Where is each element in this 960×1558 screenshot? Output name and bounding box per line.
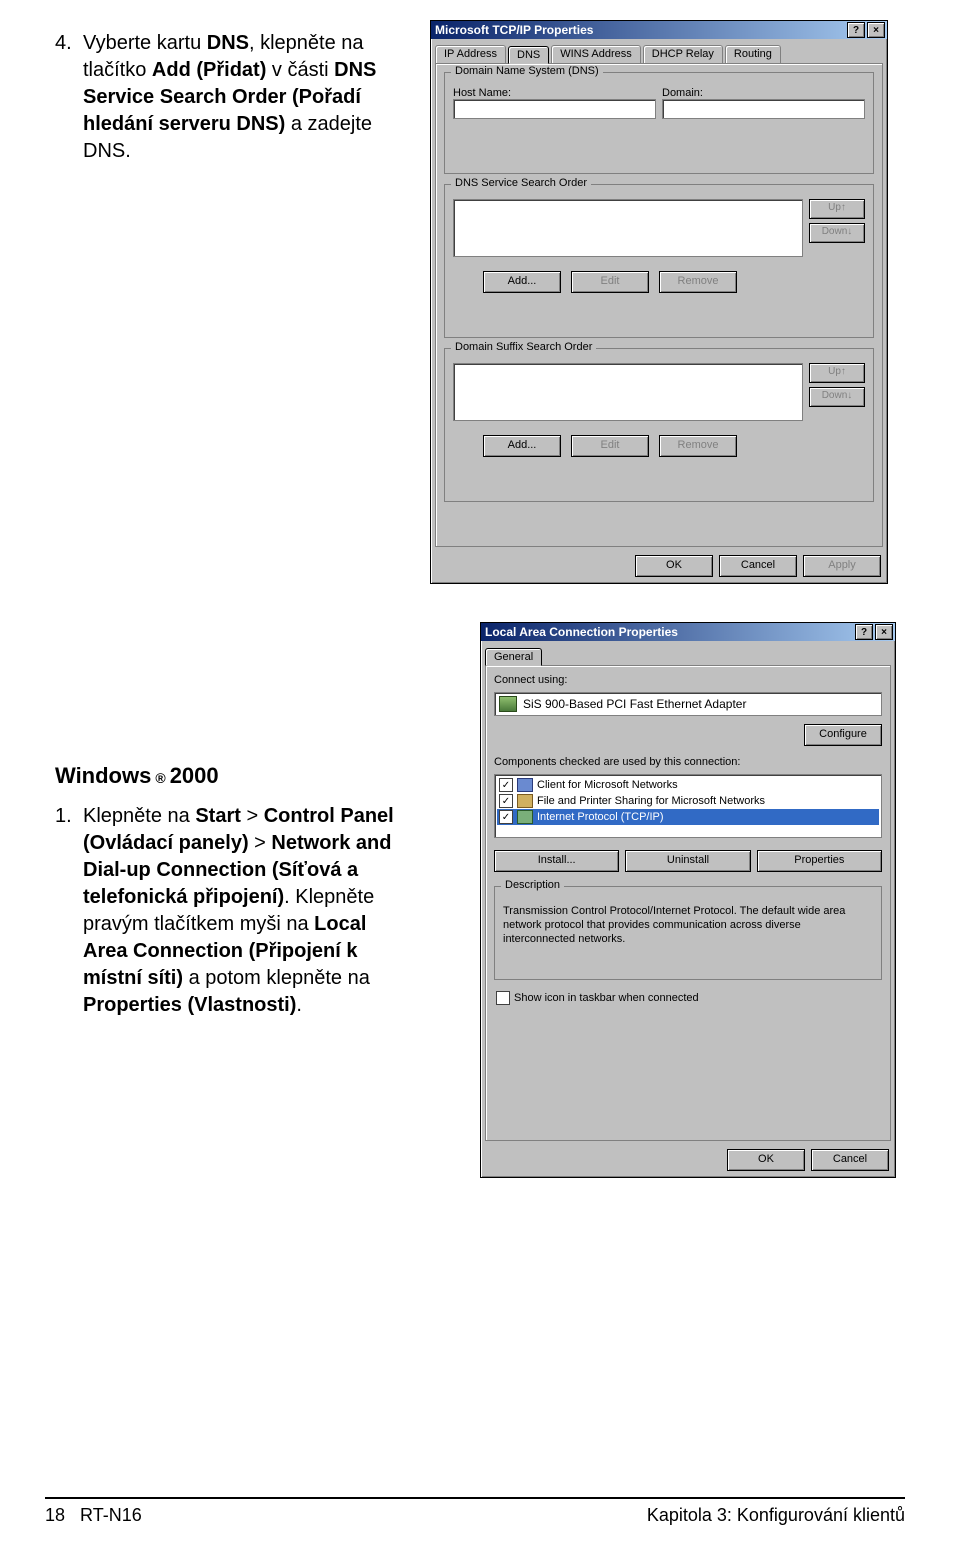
lac-panel: Connect using: SiS 900-Based PCI Fast Et…	[485, 665, 891, 1141]
tab-wins-address[interactable]: WINS Address	[551, 45, 641, 63]
cancel-button[interactable]: Cancel	[719, 555, 797, 577]
protocol-icon	[517, 810, 533, 824]
tab-general[interactable]: General	[485, 648, 542, 666]
tcpip-title: Microsoft TCP/IP Properties	[435, 23, 593, 37]
page-footer: 18 RT-N16 Kapitola 3: Konfigurování klie…	[45, 1497, 905, 1526]
uninstall-button[interactable]: Uninstall	[625, 850, 750, 872]
tcpip-properties-dialog: Microsoft TCP/IP Properties ? × IP Addre…	[430, 20, 888, 584]
show-icon-label: Show icon in taskbar when connected	[514, 992, 699, 1004]
suffix-down-button[interactable]: Down↓	[809, 387, 865, 407]
tab-dns[interactable]: DNS	[508, 46, 549, 64]
dns-remove-button[interactable]: Remove	[659, 271, 737, 293]
step-1-body: Klepněte na Start > Control Panel (Ovlád…	[83, 803, 415, 1019]
lac-title: Local Area Connection Properties	[485, 625, 678, 639]
ok-button[interactable]: OK	[635, 555, 713, 577]
tab-routing[interactable]: Routing	[725, 45, 781, 63]
lac-properties-dialog: Local Area Connection Properties ? × Gen…	[480, 622, 896, 1178]
step-4-number: 4.	[55, 30, 83, 57]
tab-dhcp-relay[interactable]: DHCP Relay	[643, 45, 723, 63]
host-name-label: Host Name:	[453, 87, 656, 99]
close-icon[interactable]: ×	[875, 624, 893, 640]
fileprint-icon	[517, 794, 533, 808]
dns-edit-button[interactable]: Edit	[571, 271, 649, 293]
adapter-box: SiS 900-Based PCI Fast Ethernet Adapter	[494, 692, 882, 716]
dns-groupbox: Domain Name System (DNS) Host Name: Doma…	[444, 72, 874, 174]
checkbox-icon[interactable]: ✓	[499, 810, 513, 824]
close-icon[interactable]: ×	[867, 22, 885, 38]
install-button[interactable]: Install...	[494, 850, 619, 872]
help-icon[interactable]: ?	[847, 22, 865, 38]
tcpip-tabs: IP Address DNS WINS Address DHCP Relay R…	[435, 45, 883, 63]
lac-dialog-buttons: OK Cancel	[481, 1145, 895, 1177]
dns-search-order-legend: DNS Service Search Order	[451, 177, 591, 189]
configure-button[interactable]: Configure	[804, 724, 882, 746]
components-list[interactable]: ✓ Client for Microsoft Networks ✓ File a…	[494, 774, 882, 838]
tcpip-panel: Domain Name System (DNS) Host Name: Doma…	[435, 63, 883, 547]
dns-down-button[interactable]: Down↓	[809, 223, 865, 243]
component-tcpip[interactable]: ✓ Internet Protocol (TCP/IP)	[497, 809, 879, 825]
tab-ip-address[interactable]: IP Address	[435, 45, 506, 63]
domain-label: Domain:	[662, 87, 865, 99]
dns-add-button[interactable]: Add...	[483, 271, 561, 293]
host-name-input[interactable]	[453, 99, 656, 119]
help-icon[interactable]: ?	[855, 624, 873, 640]
step-4-body: Vyberte kartu DNS, klepněte na tlačítko …	[83, 30, 415, 165]
checkbox-icon[interactable]	[496, 991, 510, 1005]
checkbox-icon[interactable]: ✓	[499, 794, 513, 808]
domain-suffix-legend: Domain Suffix Search Order	[451, 341, 596, 353]
component-fileprint[interactable]: ✓ File and Printer Sharing for Microsoft…	[497, 793, 879, 809]
step-4: 4. Vyberte kartu DNS, klepněte na tlačít…	[55, 30, 415, 165]
domain-suffix-list[interactable]	[453, 363, 803, 421]
tcpip-dialog-buttons: OK Cancel Apply	[431, 551, 887, 583]
dns-up-button[interactable]: Up↑	[809, 199, 865, 219]
description-text: Transmission Control Protocol/Internet P…	[503, 905, 873, 946]
dns-search-order-list[interactable]	[453, 199, 803, 257]
suffix-edit-button[interactable]: Edit	[571, 435, 649, 457]
nic-icon	[499, 696, 517, 712]
client-icon	[517, 778, 533, 792]
dns-search-order-group: DNS Service Search Order Up↑ Down↓ Add..…	[444, 184, 874, 338]
dns-group-legend: Domain Name System (DNS)	[451, 65, 603, 77]
apply-button[interactable]: Apply	[803, 555, 881, 577]
domain-suffix-group: Domain Suffix Search Order Up↑ Down↓ Add…	[444, 348, 874, 502]
lac-titlebar[interactable]: Local Area Connection Properties ? ×	[481, 623, 895, 641]
checkbox-icon[interactable]: ✓	[499, 778, 513, 792]
product-model: RT-N16	[80, 1505, 142, 1525]
component-client[interactable]: ✓ Client for Microsoft Networks	[497, 777, 879, 793]
show-icon-row[interactable]: Show icon in taskbar when connected	[494, 990, 882, 1006]
lac-tabs: General	[485, 647, 891, 665]
cancel-button[interactable]: Cancel	[811, 1149, 889, 1171]
page-number: 18	[45, 1505, 65, 1525]
chapter-title: Kapitola 3: Konfigurování klientů	[647, 1505, 905, 1526]
step-1-number: 1.	[55, 803, 83, 830]
adapter-name: SiS 900-Based PCI Fast Ethernet Adapter	[523, 697, 746, 711]
description-legend: Description	[501, 879, 564, 891]
suffix-up-button[interactable]: Up↑	[809, 363, 865, 383]
suffix-remove-button[interactable]: Remove	[659, 435, 737, 457]
ok-button[interactable]: OK	[727, 1149, 805, 1171]
domain-input[interactable]	[662, 99, 865, 119]
properties-button[interactable]: Properties	[757, 850, 882, 872]
connect-using-label: Connect using:	[494, 674, 882, 686]
tcpip-titlebar[interactable]: Microsoft TCP/IP Properties ? ×	[431, 21, 887, 39]
step-1: 1. Klepněte na Start > Control Panel (Ov…	[55, 803, 415, 1019]
description-group: Description Transmission Control Protoco…	[494, 886, 882, 980]
components-label: Components checked are used by this conn…	[494, 756, 882, 768]
suffix-add-button[interactable]: Add...	[483, 435, 561, 457]
